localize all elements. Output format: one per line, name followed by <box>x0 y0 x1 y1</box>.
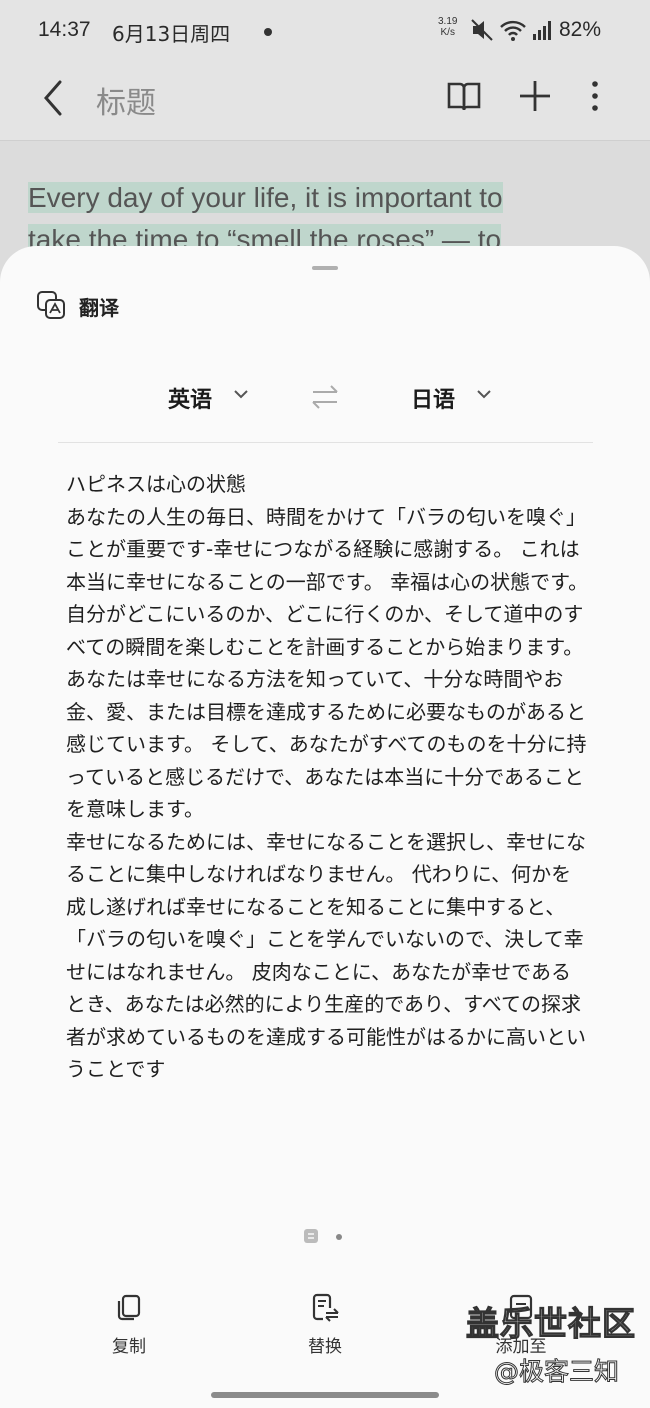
sheet-drag-handle[interactable] <box>312 266 338 270</box>
chevron-down-icon[interactable] <box>233 388 249 400</box>
copy-icon <box>117 1294 141 1321</box>
page-indicator-icon <box>304 1229 318 1243</box>
scroll-fade <box>0 1166 650 1196</box>
copy-button[interactable]: 复制 <box>74 1292 184 1357</box>
app-bar: 标题 <box>0 64 650 140</box>
signal-icon <box>533 21 551 40</box>
translation-result[interactable]: ハピネスは心の状態 あなたの人生の毎日、時間をかけて「バラの匂いを嗅ぐ」ことが重… <box>66 468 590 1186</box>
net-speed: 3.19 K/s <box>438 16 457 38</box>
divider <box>58 442 593 443</box>
replace-label: 替换 <box>308 1337 342 1357</box>
source-language-select[interactable]: 英语 <box>168 382 212 414</box>
translation-paragraph: あなたの人生の毎日、時間をかけて「バラの匂いを嗅ぐ」ことが重要です-幸せにつなが… <box>66 504 589 822</box>
chevron-down-icon[interactable] <box>476 388 492 400</box>
replace-icon <box>312 1293 339 1322</box>
status-time: 14:37 <box>38 18 91 41</box>
book-icon[interactable] <box>446 78 482 114</box>
add-icon[interactable] <box>517 78 553 114</box>
swap-languages-icon[interactable] <box>309 383 341 411</box>
watermark-community: 盖乐世社区 <box>465 1303 636 1343</box>
translate-icon <box>37 291 65 319</box>
copy-label: 复制 <box>112 1337 146 1357</box>
status-date: 6月13日周四 <box>112 22 231 46</box>
more-icon[interactable] <box>584 78 606 114</box>
status-bar: 14:37 6月13日周四 3.19 K/s 82% <box>0 0 650 64</box>
sheet-title: 翻译 <box>79 296 119 320</box>
net-speed-unit: K/s <box>440 27 455 38</box>
selected-text-line[interactable]: Every day of your life, it is important … <box>28 182 503 213</box>
net-speed-value: 3.19 <box>438 16 458 27</box>
watermark-author: @极客三知 <box>493 1357 620 1387</box>
translation-paragraph: 幸せになるためには、幸せになることを選択し、幸せになることに集中しなければなりま… <box>66 829 586 1082</box>
translation-paragraph: ハピネスは心の状態 <box>66 472 246 496</box>
back-icon[interactable] <box>36 78 72 118</box>
page-indicator-dot <box>336 1234 342 1240</box>
target-language-select[interactable]: 日语 <box>411 382 455 414</box>
battery-level: 82% <box>559 18 602 41</box>
wifi-icon <box>500 20 526 41</box>
replace-button[interactable]: 替换 <box>270 1292 380 1357</box>
home-indicator[interactable] <box>211 1392 439 1398</box>
mute-icon <box>471 19 493 41</box>
note-title[interactable]: 标题 <box>96 78 156 122</box>
notification-dot-icon <box>264 28 272 36</box>
translate-sheet: 翻译 英语 日语 ハピネスは心の状態 あなたの人生の毎日、時間をかけて「バラの匂… <box>0 246 650 1408</box>
